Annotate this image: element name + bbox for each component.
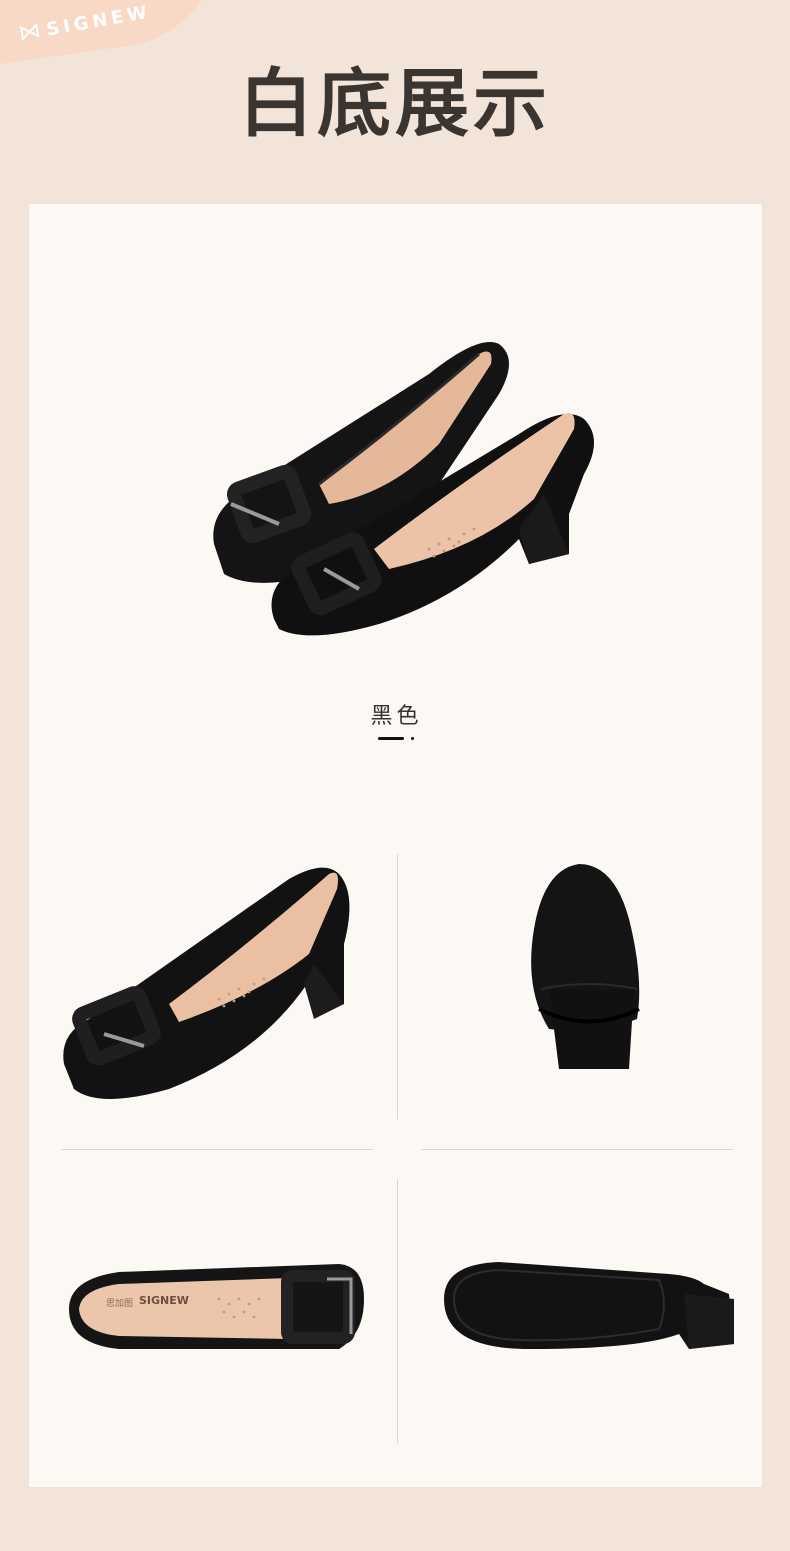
product-gallery-panel: 黑色 思加图 SIGNEW — [28, 203, 763, 1488]
indicator-dot — [411, 737, 414, 740]
grid-divider-vertical-top — [397, 854, 398, 1119]
shoe-side-view-image — [63, 867, 350, 1099]
indicator-bar — [378, 737, 404, 740]
color-indicator — [378, 737, 418, 741]
grid-divider-horizontal-left — [61, 1149, 373, 1150]
insole-brand-en: SIGNEW — [139, 1294, 189, 1307]
insole-brand-cn: 思加图 — [106, 1299, 134, 1309]
bow-icon: ⋈ — [16, 17, 43, 47]
page-footer-band — [0, 1500, 790, 1551]
grid-divider-vertical-bottom — [397, 1179, 398, 1444]
grid-divider-horizontal-right — [421, 1149, 733, 1150]
shoe-top-view-image — [69, 1264, 364, 1349]
color-label: 黑色 — [370, 704, 423, 729]
page-title: 白底展示 — [239, 61, 551, 147]
shoe-pair-image — [213, 342, 594, 636]
shoe-sole-view-image — [444, 1262, 734, 1349]
shoe-back-view-image — [531, 864, 640, 1069]
